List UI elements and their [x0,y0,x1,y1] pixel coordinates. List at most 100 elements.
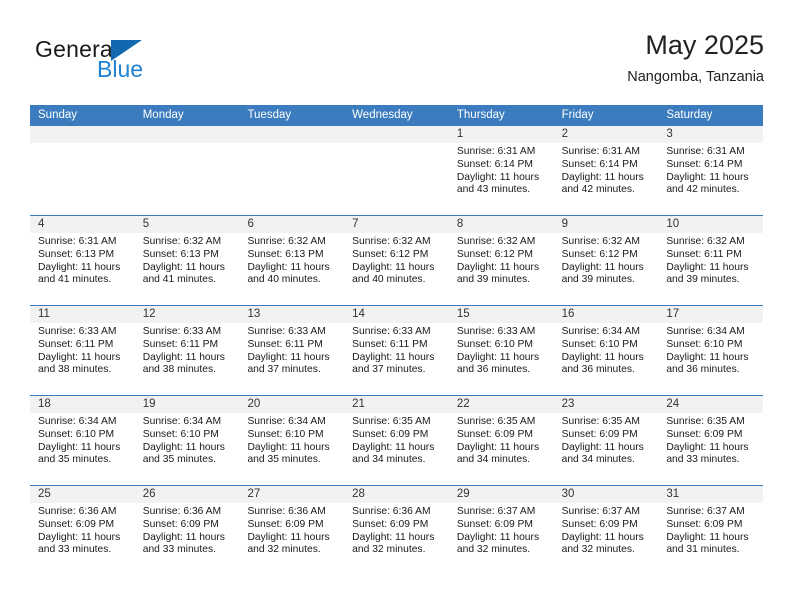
sunrise-text: Sunrise: 6:31 AM [666,146,745,157]
page-title: May 2025 [645,30,764,60]
calendar-day-cell[interactable]: 17 Sunrise: 6:34 AM Sunset: 6:10 PM Dayligh… [658,306,764,395]
sunrise-text: Sunrise: 6:35 AM [456,416,536,427]
calendar-day-cell[interactable]: 22 Sunrise: 6:35 AM Sunset: 6:09 PM Dayligh… [448,396,554,485]
calendar-week-inner: 1 Sunrise: 6:31 AM Sunset: 6:14 PM Daylight… [30,126,764,215]
calendar-day-cell[interactable]: 10 Sunrise: 6:32 AM Sunset: 6:11 PM Dayligh… [658,216,764,305]
day-number-band: 13 [239,306,345,323]
daylight-text: Daylight: 11 hours and 35 minutes. [38,441,121,466]
day-number-band [344,126,449,143]
sunrise-text: Sunrise: 6:35 AM [666,416,745,427]
sunrise-text: Sunrise: 6:33 AM [142,326,222,337]
calendar-day-cell[interactable]: 14 Sunrise: 6:33 AM Sunset: 6:11 PM Dayligh… [344,306,449,395]
calendar-day-cell[interactable]: 19 Sunrise: 6:34 AM Sunset: 6:10 PM Dayligh… [134,396,240,485]
daylight-text: Daylight: 11 hours and 36 minutes. [666,351,749,376]
day-sun-info: Sunrise: 6:31 AM Sunset: 6:14 PM Daylight:… [658,143,763,197]
day-sun-info: Sunrise: 6:34 AM Sunset: 6:10 PM Daylight:… [554,323,659,377]
calendar-day-cell[interactable]: 21 Sunrise: 6:35 AM Sunset: 6:09 PM Dayligh… [344,396,449,485]
sunrise-text: Sunrise: 6:31 AM [38,236,117,247]
daylight-text: Daylight: 11 hours and 42 minutes. [561,171,644,196]
day-number: 19 [142,398,156,410]
sunrise-text: Sunrise: 6:34 AM [247,416,326,427]
calendar-day-cell[interactable]: 30 Sunrise: 6:37 AM Sunset: 6:09 PM Dayligh… [553,486,659,575]
day-number: 6 [247,218,254,230]
sunrise-text: Sunrise: 6:31 AM [456,146,536,157]
calendar-day-cell[interactable]: 1 Sunrise: 6:31 AM Sunset: 6:14 PM Daylight… [448,126,554,215]
calendar-week-row: 11 Sunrise: 6:33 AM Sunset: 6:11 PM Dayligh… [30,305,764,395]
sunrise-text: Sunrise: 6:37 AM [666,506,745,517]
calendar-week-inner: 25 Sunrise: 6:36 AM Sunset: 6:09 PM Dayligh… [30,486,764,575]
sunset-text: Sunset: 6:09 PM [142,518,219,530]
day-number-band: 12 [134,306,240,323]
sunset-text: Sunset: 6:09 PM [666,428,743,440]
calendar-day-cell[interactable]: 25 Sunrise: 6:36 AM Sunset: 6:09 PM Dayligh… [30,486,135,575]
daylight-text: Daylight: 11 hours and 33 minutes. [142,531,225,556]
calendar-day-cell[interactable]: 16 Sunrise: 6:34 AM Sunset: 6:10 PM Dayligh… [553,306,659,395]
sunrise-text: Sunrise: 6:36 AM [38,506,117,517]
calendar-day-cell[interactable]: 29 Sunrise: 6:37 AM Sunset: 6:09 PM Dayligh… [448,486,554,575]
day-number-band: 23 [553,396,659,413]
calendar-day-cell[interactable]: 26 Sunrise: 6:36 AM Sunset: 6:09 PM Dayligh… [134,486,240,575]
sunrise-text: Sunrise: 6:35 AM [561,416,641,427]
general-blue-logo[interactable]: General Blue [35,36,235,94]
calendar-day-cell[interactable]: 20 Sunrise: 6:34 AM Sunset: 6:10 PM Dayligh… [239,396,345,485]
calendar-day-cell[interactable]: 8 Sunrise: 6:32 AM Sunset: 6:12 PM Daylight… [448,216,554,305]
day-number-band: 28 [344,486,449,503]
day-sun-info: Sunrise: 6:36 AM Sunset: 6:09 PM Daylight:… [239,503,344,557]
day-sun-info: Sunrise: 6:36 AM Sunset: 6:09 PM Daylight:… [30,503,135,557]
calendar-day-cell[interactable]: 15 Sunrise: 6:33 AM Sunset: 6:10 PM Dayligh… [448,306,554,395]
calendar-day-cell[interactable]: 9 Sunrise: 6:32 AM Sunset: 6:12 PM Daylight… [553,216,659,305]
day-number: 15 [456,308,470,320]
weekday-header-friday: Friday [561,109,594,121]
calendar-day-cell[interactable]: 11 Sunrise: 6:33 AM Sunset: 6:11 PM Dayligh… [30,306,135,395]
calendar-day-cell[interactable]: 12 Sunrise: 6:33 AM Sunset: 6:11 PM Dayligh… [134,306,240,395]
day-number: 29 [456,488,470,500]
day-number: 27 [247,488,261,500]
weekday-header-saturday: Saturday [666,109,713,121]
calendar-day-cell[interactable]: 5 Sunrise: 6:32 AM Sunset: 6:13 PM Daylight… [134,216,240,305]
daylight-text: Daylight: 11 hours and 33 minutes. [666,441,749,466]
sunrise-text: Sunrise: 6:34 AM [666,326,745,337]
day-sun-info: Sunrise: 6:37 AM Sunset: 6:09 PM Daylight:… [449,503,554,557]
weekday-header-monday: Monday [142,109,184,121]
day-number: 28 [352,488,365,500]
calendar-day-cell[interactable]: 7 Sunrise: 6:32 AM Sunset: 6:12 PM Daylight… [344,216,449,305]
calendar-day-cell[interactable]: 4 Sunrise: 6:31 AM Sunset: 6:13 PM Daylight… [30,216,135,305]
calendar-day-cell[interactable]: 31 Sunrise: 6:37 AM Sunset: 6:09 PM Dayligh… [658,486,764,575]
sunset-text: Sunset: 6:14 PM [561,158,638,170]
day-sun-info: Sunrise: 6:32 AM Sunset: 6:13 PM Daylight:… [239,233,344,287]
calendar-week-row: 18 Sunrise: 6:34 AM Sunset: 6:10 PM Dayligh… [30,395,764,485]
calendar-day-cell[interactable]: 27 Sunrise: 6:36 AM Sunset: 6:09 PM Dayligh… [239,486,345,575]
calendar-day-cell[interactable]: 23 Sunrise: 6:35 AM Sunset: 6:09 PM Dayligh… [553,396,659,485]
calendar-day-cell[interactable]: 24 Sunrise: 6:35 AM Sunset: 6:09 PM Dayligh… [658,396,764,485]
day-number-band: 9 [553,216,659,233]
daylight-text: Daylight: 11 hours and 34 minutes. [561,441,644,466]
weekday-header-thursday: Thursday [456,109,505,121]
sunrise-text: Sunrise: 6:34 AM [38,416,117,427]
day-number: 4 [38,218,45,230]
calendar-day-cell[interactable]: 13 Sunrise: 6:33 AM Sunset: 6:11 PM Dayligh… [239,306,345,395]
calendar-day-cell[interactable]: 18 Sunrise: 6:34 AM Sunset: 6:10 PM Dayligh… [30,396,135,485]
day-number: 21 [352,398,365,410]
sunrise-text: Sunrise: 6:32 AM [142,236,222,247]
sunrise-text: Sunrise: 6:33 AM [38,326,117,337]
day-sun-info: Sunrise: 6:31 AM Sunset: 6:13 PM Daylight:… [30,233,135,287]
sunset-text: Sunset: 6:14 PM [666,158,743,170]
calendar-day-cell[interactable]: 3 Sunrise: 6:31 AM Sunset: 6:14 PM Daylight… [658,126,764,215]
day-number-band: 6 [239,216,345,233]
day-sun-info: Sunrise: 6:33 AM Sunset: 6:11 PM Daylight:… [239,323,344,377]
sunset-text: Sunset: 6:09 PM [456,428,534,440]
day-number-band: 3 [658,126,764,143]
day-sun-info: Sunrise: 6:33 AM Sunset: 6:11 PM Daylight:… [135,323,240,377]
calendar-day-cell[interactable]: 6 Sunrise: 6:32 AM Sunset: 6:13 PM Daylight… [239,216,345,305]
calendar-day-cell[interactable]: 2 Sunrise: 6:31 AM Sunset: 6:14 PM Daylight… [553,126,659,215]
calendar-day-cell[interactable]: 28 Sunrise: 6:36 AM Sunset: 6:09 PM Dayligh… [344,486,449,575]
day-number-band: 29 [448,486,554,503]
sunset-text: Sunset: 6:11 PM [352,338,428,350]
day-sun-info: Sunrise: 6:35 AM Sunset: 6:09 PM Daylight:… [658,413,763,467]
calendar-day-cell-empty [30,126,135,215]
day-sun-info: Sunrise: 6:37 AM Sunset: 6:09 PM Daylight:… [658,503,763,557]
day-number: 13 [247,308,261,320]
daylight-text: Daylight: 11 hours and 36 minutes. [561,351,644,376]
daylight-text: Daylight: 11 hours and 37 minutes. [247,351,330,376]
daylight-text: Daylight: 11 hours and 32 minutes. [247,531,330,556]
